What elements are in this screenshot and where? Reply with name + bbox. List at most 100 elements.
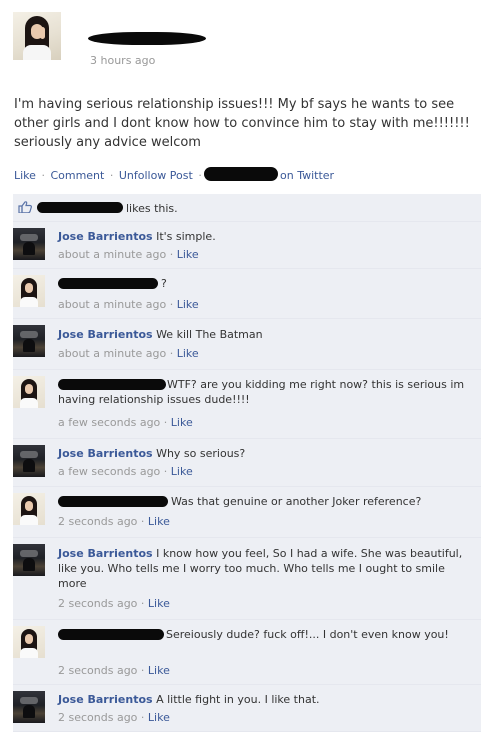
comment-body: WTF? are you kidding me right now? this … (58, 377, 468, 407)
comment-item: Sereiously dude? fuck off!... I don't ev… (13, 620, 481, 685)
comment-like-link[interactable]: Like (177, 298, 199, 311)
comment-item: Jose Barrientos A little fight in you. I… (13, 685, 481, 732)
comment-like-link[interactable]: Like (171, 416, 193, 429)
avatar-body (20, 398, 38, 408)
comment-item: Jose Barrientos I know how you feel, So … (13, 538, 481, 620)
avatar-highlight (20, 234, 38, 241)
commenter-avatar[interactable] (13, 691, 45, 723)
comment-time[interactable]: 2 seconds ago (58, 664, 137, 677)
avatar-figure (23, 339, 35, 352)
comment-meta: 2 seconds ago · Like (58, 664, 170, 677)
avatar-figure (23, 242, 35, 255)
twitter-link[interactable]: on Twitter (280, 169, 334, 182)
comment-time[interactable]: about a minute ago (58, 347, 166, 360)
comment-body: Jose Barrientos Why so serious? (58, 446, 468, 461)
comment-time[interactable]: 2 seconds ago (58, 597, 137, 610)
unfollow-link[interactable]: Unfollow Post (119, 169, 193, 182)
commenter-avatar[interactable] (13, 275, 45, 307)
post-text: I'm having serious relationship issues!!… (14, 97, 470, 150)
comment-meta: a few seconds ago · Like (58, 465, 193, 478)
comment-link[interactable]: Comment (50, 169, 104, 182)
comment-body: Jose Barrientos It's simple. (58, 229, 468, 244)
redacted-liker-name (37, 202, 123, 213)
comment-item: Jose Barrientos We kill The Batman about… (13, 319, 481, 370)
comment-author[interactable]: Jose Barrientos (58, 693, 153, 706)
separator: · (198, 169, 202, 182)
commenter-avatar[interactable] (13, 544, 45, 576)
comment-text: It's simple. (156, 230, 216, 243)
comment-like-link[interactable]: Like (171, 465, 193, 478)
comment-item: WTF? are you kidding me right now? this … (13, 370, 481, 439)
post-timestamp[interactable]: 3 hours ago (90, 54, 155, 67)
comment-author[interactable]: Jose Barrientos (58, 447, 153, 460)
comment-author[interactable]: Jose Barrientos (58, 230, 153, 243)
avatar-face (25, 384, 33, 394)
poster-avatar[interactable] (13, 12, 61, 60)
comment-time[interactable]: 2 seconds ago (58, 515, 137, 528)
comment-text: Sereiously dude? fuck off!... I don't ev… (166, 628, 449, 641)
redacted-commenter-name (58, 278, 158, 289)
post-actions: Like · Comment · Unfollow Post · on Twit… (14, 167, 334, 182)
avatar-body (20, 648, 38, 658)
likes-text: likes this. (126, 202, 178, 215)
comment-body: Jose Barrientos We kill The Batman (58, 327, 468, 342)
comment-body: Jose Barrientos I know how you feel, So … (58, 546, 468, 591)
comment-text: A little fight in you. I like that. (156, 693, 320, 706)
comment-time[interactable]: about a minute ago (58, 298, 166, 311)
avatar-highlight (20, 550, 38, 557)
comment-like-link[interactable]: Like (148, 711, 170, 724)
comment-text: WTF? are you kidding me right now? this … (58, 378, 465, 406)
avatar-face (25, 501, 33, 511)
commenter-avatar[interactable] (13, 228, 45, 260)
comment-like-link[interactable]: Like (148, 664, 170, 677)
avatar-figure (23, 558, 35, 571)
comment-body: Jose Barrientos A little fight in you. I… (58, 692, 468, 707)
avatar-face (25, 283, 33, 293)
comment-author[interactable]: Jose Barrientos (58, 328, 153, 341)
comment-body: Sereiously dude? fuck off!... I don't ev… (58, 627, 468, 642)
commenter-avatar[interactable] (13, 493, 45, 525)
avatar-highlight (20, 451, 38, 458)
like-link[interactable]: Like (14, 169, 36, 182)
avatar-hand (40, 27, 45, 39)
comment-item: Jose Barrientos It's simple. about a min… (13, 222, 481, 269)
comment-item: Was that genuine or another Joker refere… (13, 487, 481, 538)
comment-like-link[interactable]: Like (148, 515, 170, 528)
comment-like-link[interactable]: Like (177, 347, 199, 360)
facebook-post-screenshot: 3 hours ago I'm having serious relations… (0, 0, 493, 732)
comment-author[interactable]: Jose Barrientos (58, 547, 153, 560)
comment-like-link[interactable]: Like (177, 248, 199, 261)
comment-meta: about a minute ago · Like (58, 347, 199, 360)
comment-meta: about a minute ago · Like (58, 248, 199, 261)
avatar-face (25, 634, 33, 644)
redacted-commenter-name (58, 496, 168, 507)
comment-item: Jose Barrientos Why so serious? a few se… (13, 439, 481, 487)
likes-row: likes this. (13, 194, 481, 222)
comment-like-link[interactable]: Like (148, 597, 170, 610)
comment-time[interactable]: a few seconds ago (58, 465, 160, 478)
comment-meta: a few seconds ago · Like (58, 416, 193, 429)
comment-time[interactable]: a few seconds ago (58, 416, 160, 429)
commenter-avatar[interactable] (13, 626, 45, 658)
redacted-poster-name (88, 32, 206, 45)
avatar-body (20, 297, 38, 307)
separator: · (41, 169, 45, 182)
comment-item: ? about a minute ago · Like (13, 269, 481, 319)
comment-time[interactable]: about a minute ago (58, 248, 166, 261)
comment-text: Why so serious? (156, 447, 246, 460)
avatar-figure (23, 459, 35, 472)
thumbs-up-icon (18, 201, 32, 213)
avatar-figure (23, 705, 35, 718)
comment-meta: 2 seconds ago · Like (58, 597, 170, 610)
comment-meta: 2 seconds ago · Like (58, 711, 170, 724)
commenter-avatar[interactable] (13, 325, 45, 357)
commenter-avatar[interactable] (13, 445, 45, 477)
avatar-body (23, 45, 51, 60)
redacted-source-name (204, 167, 278, 181)
commenter-avatar[interactable] (13, 376, 45, 408)
comment-time[interactable]: 2 seconds ago (58, 711, 137, 724)
comment-body: Was that genuine or another Joker refere… (171, 494, 471, 509)
comment-body: ? (161, 276, 493, 291)
avatar-body (20, 515, 38, 525)
comment-meta: 2 seconds ago · Like (58, 515, 170, 528)
